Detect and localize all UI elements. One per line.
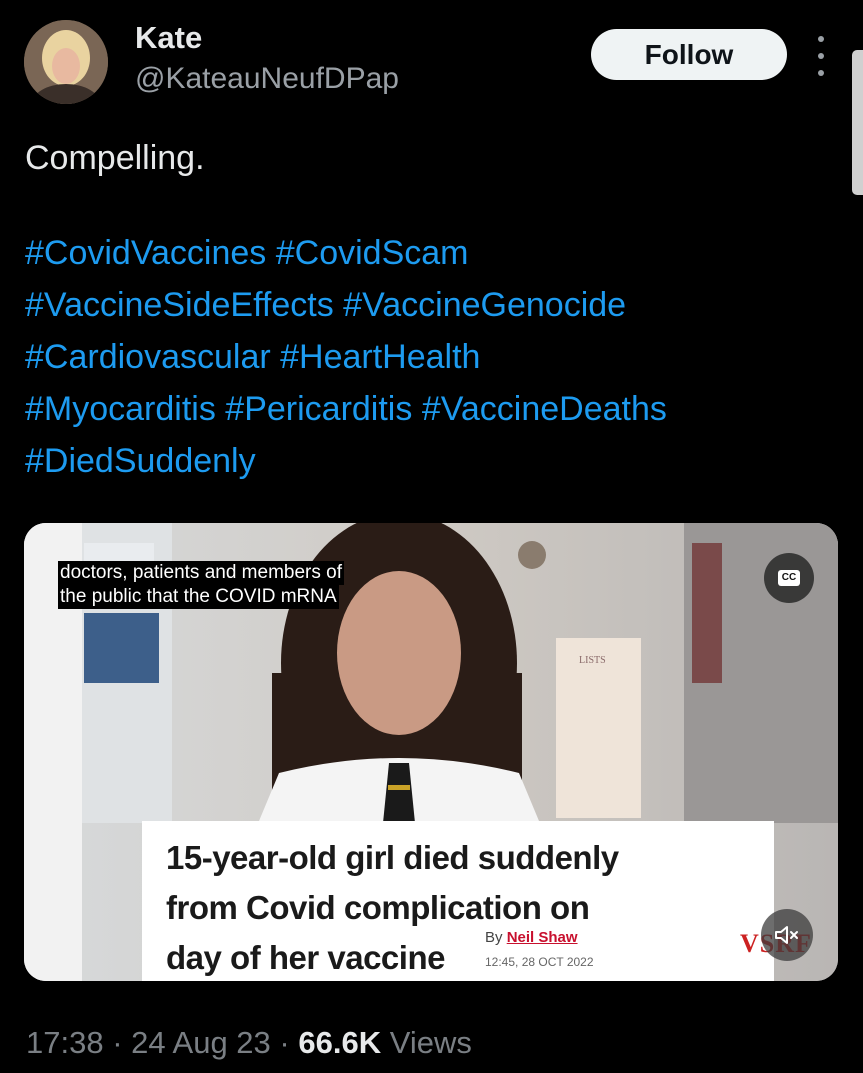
hashtag-link[interactable]: #Pericarditis [225,390,412,428]
caption-line: doctors, patients and members of [58,561,344,585]
hashtag-link[interactable]: #CovidScam [276,234,469,272]
headline-line: 15-year-old girl died suddenly [166,839,619,876]
hashtag-link[interactable]: #VaccineSideEffects [25,286,334,324]
scrollbar[interactable] [852,50,863,195]
views-count: 66.6K [298,1025,382,1060]
article-card: 15-year-old girl died suddenly from Covi… [142,821,774,981]
hashtag-link[interactable]: #Cardiovascular [25,338,271,376]
hashtag-link[interactable]: #Myocarditis [25,390,216,428]
byline-prefix: By [485,929,503,946]
mute-button[interactable] [761,909,813,961]
caption-line: the public that the COVID mRNA [58,585,339,609]
hashtag-block: #CovidVaccines #CovidScam #VaccineSideEf… [25,227,845,487]
byline-author-link: Neil Shaw [506,929,578,946]
hashtag-line: #Cardiovascular #HeartHealth [25,331,845,383]
hashtag-link[interactable]: #DiedSuddenly [25,442,256,480]
author-handle[interactable]: @KateauNeufDPap [135,62,399,96]
tweet-text: Compelling. [25,139,205,177]
article-headline: 15-year-old girl died suddenly from Covi… [166,833,726,981]
hashtag-line: #CovidVaccines #CovidScam [25,227,845,279]
headline-line: from Covid complication on [166,889,590,926]
article-byline: By Neil Shaw [485,929,578,946]
video-caption: doctors, patients and members of the pub… [58,561,344,609]
separator: · [279,1025,290,1060]
hashtag-link[interactable]: #HeartHealth [280,338,480,376]
hashtag-link[interactable]: #CovidVaccines [25,234,266,272]
views-label: Views [389,1025,472,1060]
avatar-image [24,20,108,104]
cc-icon: CC [778,570,800,586]
more-options-icon[interactable] [808,36,834,76]
article-date: 12:45, 28 OCT 2022 [485,955,594,969]
tweet-metadata: 17:38 · 24 Aug 23 · 66.6K Views [26,1025,472,1061]
follow-button[interactable]: Follow [591,29,787,80]
separator: · [112,1025,123,1060]
video-player[interactable]: LISTS doctors, patients and members of t… [24,523,838,981]
hashtag-link[interactable]: #VaccineGenocide [343,286,626,324]
tweet-date[interactable]: 24 Aug 23 [131,1025,271,1060]
hashtag-line: #DiedSuddenly [25,435,845,487]
author-name[interactable]: Kate [135,20,202,56]
fridge-note-text: LISTS [579,655,606,666]
muted-speaker-icon [775,926,798,944]
hashtag-link[interactable]: #VaccineDeaths [422,390,667,428]
avatar[interactable] [24,20,108,104]
hashtag-line: #Myocarditis #Pericarditis #VaccineDeath… [25,383,845,435]
tweet-time[interactable]: 17:38 [26,1025,104,1060]
headline-line: day of her vaccine [166,939,445,976]
hashtag-line: #VaccineSideEffects #VaccineGenocide [25,279,845,331]
closed-captions-button[interactable]: CC [764,553,814,603]
